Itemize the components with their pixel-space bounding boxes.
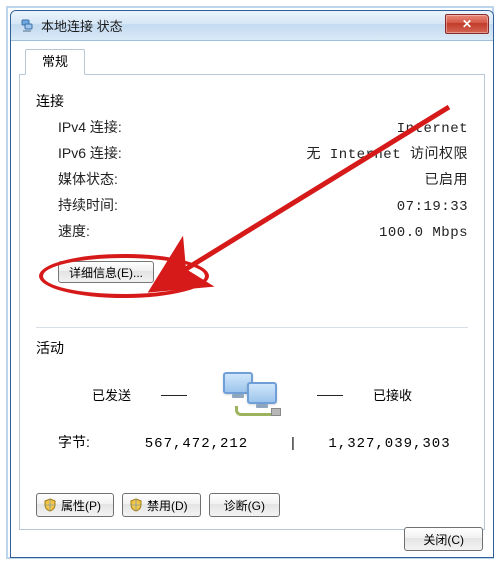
value-ipv4: Internet <box>397 121 468 137</box>
activity-group-title: 活动 <box>36 338 468 358</box>
row-speed: 速度: 100.0 Mbps <box>58 221 468 241</box>
row-media-state: 媒体状态: 已启用 <box>58 169 468 189</box>
shield-icon <box>43 498 57 512</box>
value-ipv6: 无 Internet 访问权限 <box>306 143 468 163</box>
client-area: 常规 连接 IPv4 连接: Internet IPv6 连接: 无 Inter… <box>11 41 493 557</box>
status-window: 本地连接 状态 ✕ 常规 连接 IPv4 连接: Internet IPv6 连… <box>10 10 494 558</box>
connection-group-title: 连接 <box>36 91 468 111</box>
activity-header: 已发送 —— —— 已接收 <box>36 370 468 418</box>
close-label: 关闭(C) <box>423 531 464 548</box>
network-connection-icon <box>19 18 35 34</box>
row-duration: 持续时间: 07:19:33 <box>58 195 468 215</box>
bytes-label: 字节: <box>58 432 118 452</box>
label-ipv4: IPv4 连接: <box>58 117 122 137</box>
tab-strip: 常规 <box>19 49 485 75</box>
properties-button[interactable]: 属性(P) <box>36 493 114 517</box>
value-media-state: 已启用 <box>425 169 469 189</box>
dash-right: —— <box>317 387 343 402</box>
sent-label: 已发送 <box>92 385 131 404</box>
titlebar: 本地连接 状态 ✕ <box>11 11 493 41</box>
tab-panel-general: 连接 IPv4 连接: Internet IPv6 连接: 无 Internet… <box>19 74 485 530</box>
details-button[interactable]: 详细信息(E)... <box>58 261 154 283</box>
disable-button[interactable]: 禁用(D) <box>122 493 201 517</box>
label-media-state: 媒体状态: <box>58 169 118 189</box>
disable-label: 禁用(D) <box>147 497 188 514</box>
received-label: 已接收 <box>373 385 412 404</box>
value-duration: 07:19:33 <box>397 199 468 215</box>
action-buttons: 属性(P) 禁用(D) 诊断(G) <box>36 493 280 517</box>
row-ipv4: IPv4 连接: Internet <box>58 117 468 137</box>
group-separator <box>36 327 468 328</box>
outer-frame: 本地连接 状态 ✕ 常规 连接 IPv4 连接: Internet IPv6 连… <box>6 6 494 559</box>
activity-group: 活动 已发送 —— —— 已接收 字节: 567,472,212 <box>36 338 468 452</box>
diagnose-label: 诊断(G) <box>224 497 265 514</box>
bytes-sent: 567,472,212 <box>118 436 275 452</box>
shield-icon <box>129 498 143 512</box>
label-ipv6: IPv6 连接: <box>58 143 122 163</box>
label-duration: 持续时间: <box>58 195 118 215</box>
bytes-row: 字节: 567,472,212 | 1,327,039,303 <box>58 432 468 452</box>
window-title: 本地连接 状态 <box>41 16 123 35</box>
properties-label: 属性(P) <box>61 497 101 514</box>
details-button-label: 详细信息(E)... <box>69 266 143 280</box>
tab-general[interactable]: 常规 <box>25 49 85 75</box>
bytes-received: 1,327,039,303 <box>311 436 468 452</box>
close-window-button[interactable]: ✕ <box>445 14 489 34</box>
tab-label: 常规 <box>42 54 68 69</box>
dash-left: —— <box>161 387 187 402</box>
close-icon: ✕ <box>462 17 472 31</box>
row-ipv6: IPv6 连接: 无 Internet 访问权限 <box>58 143 468 163</box>
dialog-footer: 关闭(C) <box>404 527 483 551</box>
value-speed: 100.0 Mbps <box>379 225 468 241</box>
diagnose-button[interactable]: 诊断(G) <box>209 493 280 517</box>
bytes-sep: | <box>275 434 311 450</box>
label-speed: 速度: <box>58 221 90 241</box>
network-activity-icon <box>217 370 287 418</box>
close-button[interactable]: 关闭(C) <box>404 527 483 551</box>
